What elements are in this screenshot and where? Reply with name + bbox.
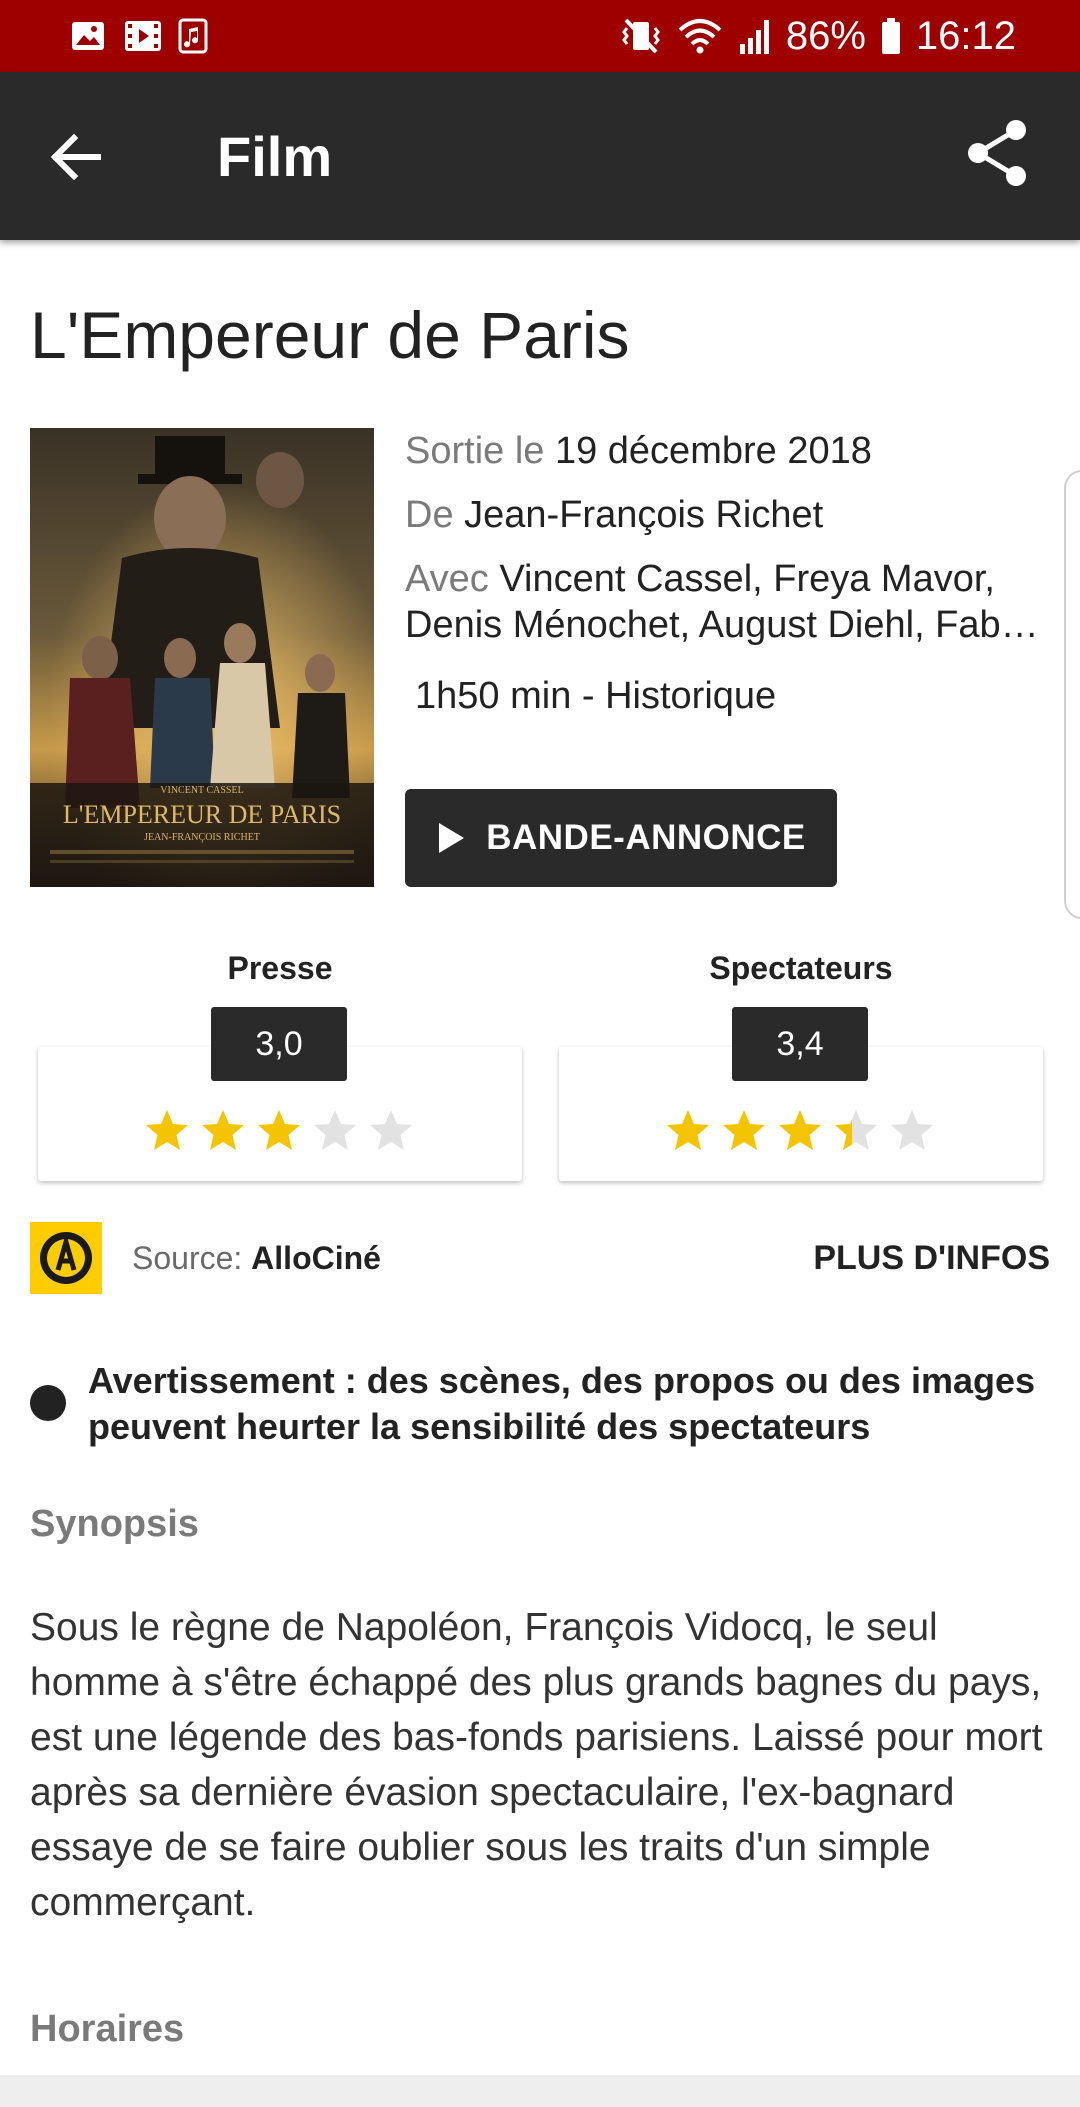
allocine-logo bbox=[30, 1222, 102, 1294]
toolbar-title: Film bbox=[217, 125, 333, 188]
duration-genre: 1h50 min - Historique bbox=[415, 675, 777, 717]
status-right: 86% 16:12 bbox=[620, 0, 1016, 72]
source-line: Source: AlloCiné bbox=[132, 1238, 381, 1278]
press-star-icon-4 bbox=[314, 1110, 356, 1150]
release-label: Sortie le bbox=[405, 430, 545, 472]
movie-poster[interactable]: VINCENT CASSEL L'EMPEREUR DE PARIS JEAN-… bbox=[30, 428, 374, 887]
synopsis-text: Sous le règne de Napoléon, François Vido… bbox=[30, 1606, 1043, 1924]
wifi-icon bbox=[678, 19, 722, 54]
horaires-heading: Horaires bbox=[30, 2008, 185, 2050]
spectators-star-icon-5 bbox=[891, 1110, 933, 1150]
spectators-star-icon-4 bbox=[835, 1110, 877, 1150]
more-info-link[interactable]: PLUS D'INFOS bbox=[813, 1238, 1050, 1278]
trailer-button[interactable]: BANDE-ANNONCE bbox=[405, 789, 837, 887]
side-drawer-handle[interactable] bbox=[1064, 470, 1080, 919]
allocine-logo-icon bbox=[30, 1222, 102, 1294]
status-bar: 86% 16:12 bbox=[0, 0, 1080, 72]
director-label: De bbox=[405, 494, 454, 536]
spectators-star-icon-1 bbox=[667, 1110, 709, 1150]
cast-line-2: Denis Ménochet, August Diehl, Fab… bbox=[405, 604, 1039, 646]
battery-icon bbox=[881, 18, 900, 54]
gallery-icon bbox=[72, 22, 104, 50]
release-date: 19 décembre 2018 bbox=[554, 430, 872, 472]
app-toolbar: Film bbox=[0, 72, 1080, 240]
press-rating-label: Presse bbox=[227, 950, 333, 986]
spectators-star-icon-3 bbox=[779, 1110, 821, 1150]
source-label: Source: bbox=[132, 1240, 243, 1276]
press-star-icon-3 bbox=[258, 1110, 300, 1150]
trailer-button-label: BANDE-ANNONCE bbox=[486, 818, 806, 857]
movie-title: L'Empereur de Paris bbox=[30, 298, 630, 372]
video-icon bbox=[125, 21, 161, 51]
poster-title: L'EMPEREUR DE PARIS bbox=[63, 800, 341, 829]
press-star-icon-1 bbox=[146, 1110, 188, 1150]
press-star-icon-5 bbox=[370, 1110, 412, 1150]
spectators-stars bbox=[665, 1108, 935, 1160]
movie-info: Sortie le 19 décembre 2018 De Jean-Franç… bbox=[405, 428, 1045, 666]
warning-bullet-icon bbox=[30, 1385, 66, 1421]
battery-percent: 86% bbox=[785, 13, 866, 58]
share-icon bbox=[968, 120, 1026, 186]
arrow-left-icon bbox=[50, 133, 101, 181]
poster-credit: VINCENT CASSEL bbox=[160, 785, 243, 796]
source-name: AlloCiné bbox=[251, 1240, 381, 1276]
release-row: Sortie le 19 décembre 2018 bbox=[405, 428, 1045, 474]
music-file-icon bbox=[178, 18, 208, 54]
director-row: De Jean-François Richet bbox=[405, 492, 1045, 538]
share-button[interactable] bbox=[964, 118, 1044, 198]
synopsis-heading: Synopsis bbox=[30, 1503, 199, 1545]
spectators-rating-value: 3,4 bbox=[732, 1007, 868, 1081]
vibrate-icon bbox=[621, 18, 660, 54]
back-button[interactable] bbox=[44, 122, 124, 192]
cast-label: Avec bbox=[405, 558, 489, 600]
play-icon bbox=[439, 823, 465, 853]
spectators-star-icon-2 bbox=[723, 1110, 765, 1150]
press-star-icon-2 bbox=[202, 1110, 244, 1150]
press-rating-value: 3,0 bbox=[211, 1007, 347, 1081]
cast-line-1: Vincent Cassel, Freya Mavor, bbox=[499, 558, 995, 600]
clock: 16:12 bbox=[915, 13, 1016, 58]
director-name: Jean-François Richet bbox=[464, 494, 824, 536]
poster-director: JEAN-FRANÇOIS RICHET bbox=[144, 832, 260, 843]
cast-row: Avec Vincent Cassel, Freya Mavor, Denis … bbox=[405, 556, 1045, 648]
press-stars bbox=[144, 1108, 414, 1160]
spectators-rating-label: Spectateurs bbox=[709, 950, 893, 986]
showtimes-section-top bbox=[0, 2075, 1080, 2107]
signal-icon bbox=[739, 20, 769, 54]
poster-image: VINCENT CASSEL L'EMPEREUR DE PARIS JEAN-… bbox=[30, 428, 374, 887]
content-warning: Avertissement : des scènes, des propos o… bbox=[88, 1360, 1036, 1447]
